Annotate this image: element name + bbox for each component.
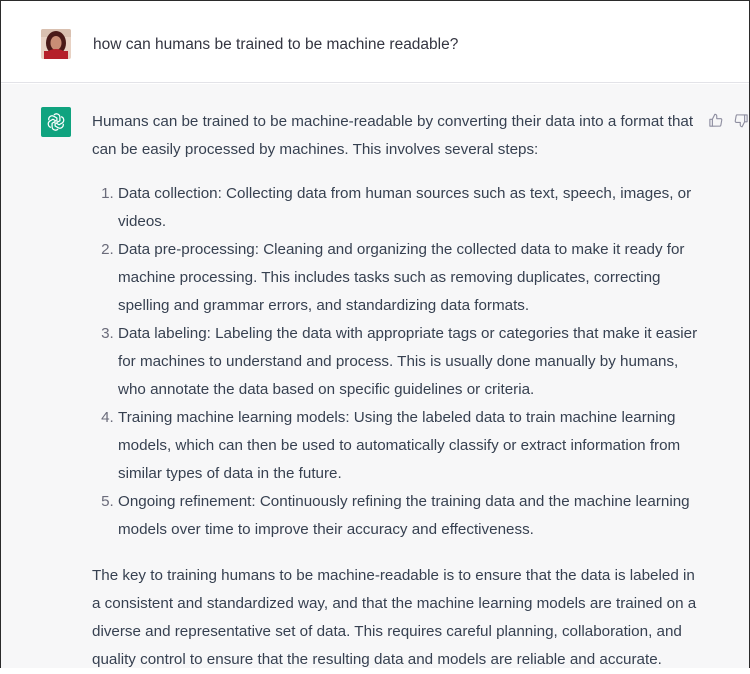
response-conclusion: The key to training humans to be machine… <box>92 567 697 668</box>
response-intro: Humans can be trained to be machine-read… <box>92 113 694 158</box>
assistant-message: Humans can be trained to be machine-read… <box>1 84 749 668</box>
assistant-response: Humans can be trained to be machine-read… <box>92 108 702 674</box>
feedback-controls <box>706 111 750 129</box>
user-question: how can humans be trained to be machine … <box>93 36 459 53</box>
list-item: Data pre-processing: Cleaning and organi… <box>118 236 702 320</box>
list-item: Ongoing refinement: Continuously refinin… <box>118 488 702 544</box>
user-avatar <box>41 29 71 59</box>
thumbs-up-icon[interactable] <box>706 111 724 129</box>
list-item: Data collection: Collecting data from hu… <box>118 180 702 236</box>
user-message: how can humans be trained to be machine … <box>1 1 749 83</box>
list-item: Training machine learning models: Using … <box>118 404 702 488</box>
list-item: Data labeling: Labeling the data with ap… <box>118 320 702 404</box>
steps-list: Data collection: Collecting data from hu… <box>92 180 702 544</box>
openai-logo-icon <box>41 107 71 137</box>
thumbs-down-icon[interactable] <box>732 111 750 129</box>
